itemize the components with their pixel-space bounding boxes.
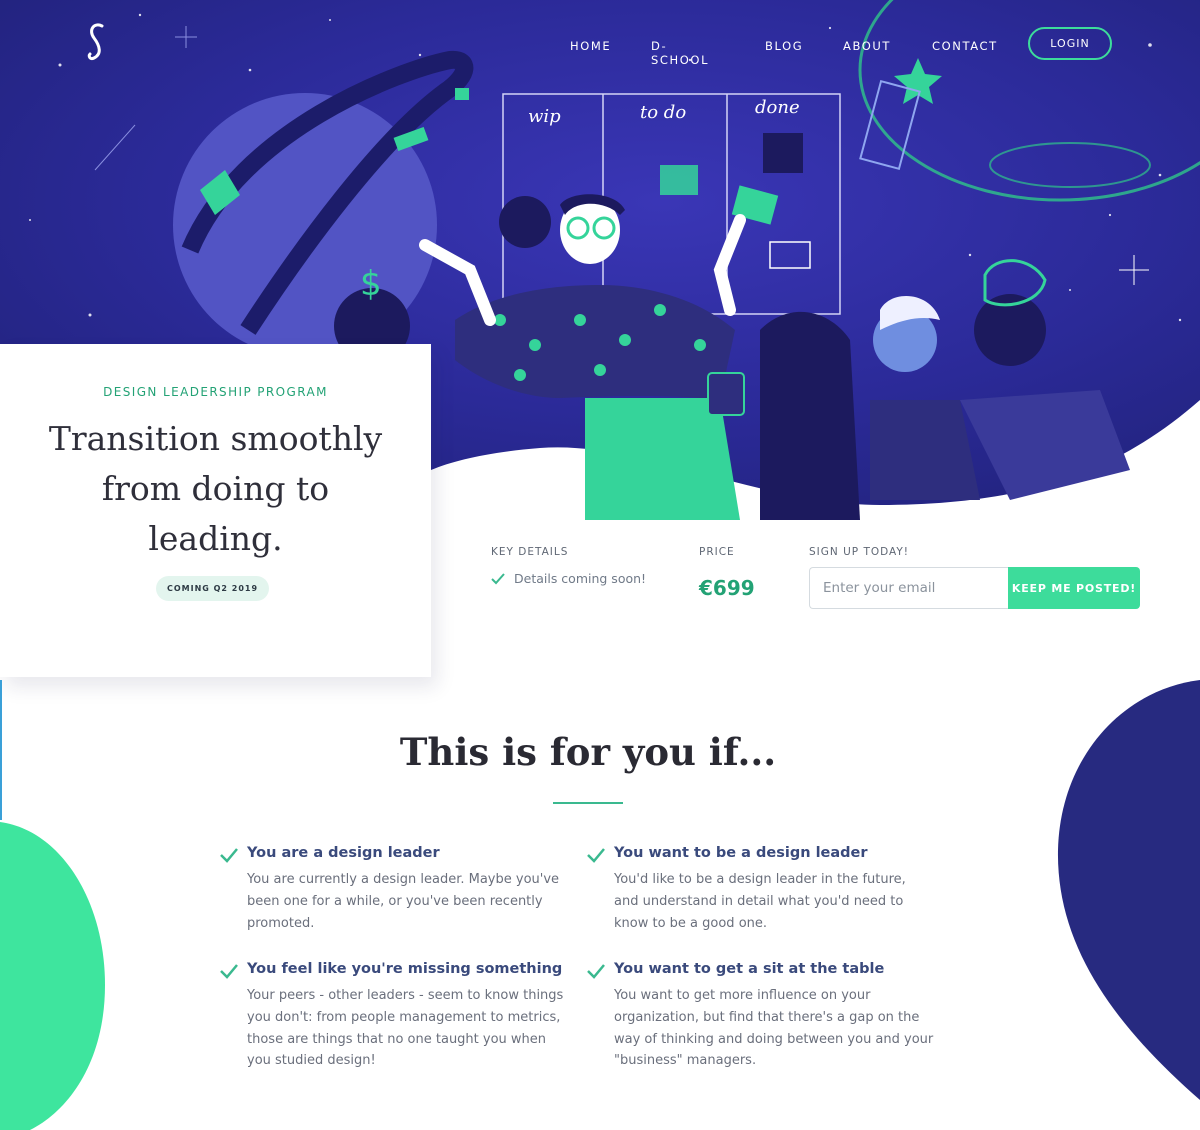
check-icon [587, 964, 605, 979]
check-icon [220, 848, 238, 863]
nav-contact[interactable]: CONTACT [932, 39, 998, 53]
benefit-text: You are currently a design leader. Maybe… [247, 872, 560, 931]
section-title: This is for you if... [399, 730, 777, 774]
signup-label: SIGN UP TODAY! [809, 546, 910, 558]
email-field[interactable] [809, 567, 1009, 609]
key-details-label: KEY DETAILS [491, 546, 569, 558]
svg-text:to do: to do [640, 102, 686, 123]
program-card: DESIGN LEADERSHIP PROGRAM Transition smo… [0, 344, 431, 677]
benefit-text: You'd like to be a design leader in the … [614, 872, 906, 931]
check-icon [491, 572, 505, 584]
key-details-text: Details coming soon! [514, 571, 647, 586]
svg-text:$: $ [360, 264, 382, 304]
nav-d-school[interactable]: D-SCHOOL [651, 39, 709, 67]
site-logo[interactable] [80, 20, 110, 64]
nav-blog[interactable]: BLOG [765, 39, 803, 53]
price-value: €699 [699, 576, 755, 600]
page-title: Transition smoothly from doing to leadin… [48, 419, 383, 558]
nav-home[interactable]: HOME [570, 39, 611, 53]
benefit-text: Your peers - other leaders - seem to kno… [247, 988, 564, 1069]
title-divider [553, 802, 623, 804]
nav-about[interactable]: ABOUT [843, 39, 891, 53]
keep-me-posted-button[interactable]: KEEP ME POSTED! [1008, 567, 1140, 609]
login-button[interactable]: LOGIN [1028, 27, 1112, 60]
benefit-title: You want to get a sit at the table [614, 961, 885, 977]
coming-soon-badge: COMING Q2 2019 [156, 576, 269, 601]
check-icon [587, 848, 605, 863]
svg-text:done: done [755, 97, 800, 118]
benefit-title: You feel like you're missing something [247, 961, 563, 977]
key-details-item: Details coming soon! [491, 571, 646, 586]
benefit-title: You want to be a design leader [614, 845, 868, 861]
check-icon [220, 964, 238, 979]
price-label: PRICE [699, 546, 735, 558]
benefit-title: You are a design leader [247, 845, 440, 861]
svg-text:wip: wip [528, 106, 561, 127]
benefit-text: You want to get more influence on your o… [614, 988, 934, 1069]
program-eyebrow: DESIGN LEADERSHIP PROGRAM [103, 385, 328, 399]
